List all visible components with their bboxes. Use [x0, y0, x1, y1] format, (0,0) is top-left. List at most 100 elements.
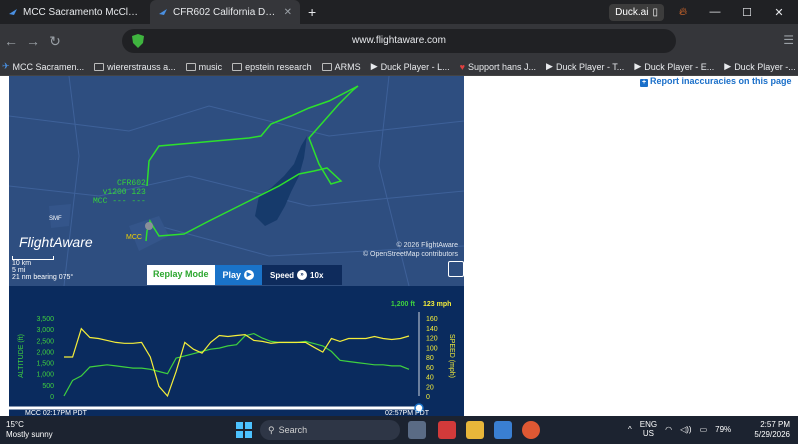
search-icon: ⚲: [268, 424, 275, 435]
folder-icon: [185, 62, 196, 71]
bookmark-item[interactable]: ▶ Duck Player - E...: [634, 61, 714, 72]
duckduckgo-icon[interactable]: [522, 421, 540, 439]
flightaware-logo: FlightAware: [19, 234, 93, 250]
y2-tick-label: 100: [426, 345, 438, 352]
y2-axis-title: SPEED (mph): [448, 334, 455, 378]
y-tick-label: 2,500: [36, 338, 54, 345]
forward-icon[interactable]: →: [22, 33, 44, 49]
chart-svg: 0 500 1,000 1,500 2,000 2,500 3,000 3,500 0 20 40 6…: [9, 301, 455, 416]
bookmark-item[interactable]: music: [185, 62, 222, 72]
airport-label-smf: SMF: [49, 216, 62, 222]
close-window-button[interactable]: ✕: [766, 6, 792, 19]
y-tick-label: 500: [42, 383, 54, 390]
volume-icon[interactable]: ◁)): [680, 425, 691, 434]
y-tick-label: 2,000: [36, 349, 54, 356]
mail-app-icon[interactable]: [438, 421, 456, 439]
url-text: www.flightaware.com: [352, 35, 446, 46]
bookmark-item[interactable]: ▶ Duck Player - L...: [371, 61, 450, 72]
taskbar-search[interactable]: ⚲ Search: [260, 420, 400, 440]
map-copyright: © 2026 FlightAware © OpenStreetMap contr…: [362, 242, 458, 258]
file-explorer-icon[interactable]: [466, 421, 484, 439]
report-inaccuracies-link[interactable]: + Report inaccuracies on this page: [640, 76, 792, 87]
page-content: + Report inaccuracies on this page SMF CF…: [0, 76, 798, 416]
altitude-readout: 1,200 ft: [391, 301, 416, 308]
tab-title: MCC Sacramento McClellan Airpo: [23, 6, 142, 18]
duck-ai-button[interactable]: Duck.ai ▯: [609, 3, 664, 21]
reload-icon[interactable]: ↻: [44, 33, 66, 50]
speed-button[interactable]: Speed » 10x: [262, 265, 343, 285]
flight-map[interactable]: SMF CFR602 v1200 123 MCC --- --- MCC Fli…: [9, 76, 464, 286]
bookmark-item[interactable]: wiererstrauss a...: [94, 62, 176, 72]
close-tab-icon[interactable]: ✕: [284, 7, 292, 18]
battery-percent: 79%: [715, 424, 732, 434]
chevron-up-icon[interactable]: ^: [628, 425, 632, 434]
menu-icon[interactable]: ☰: [783, 33, 794, 47]
bookmarks-bar: ✈︎ MCC Sacramen... wiererstrauss a... mus…: [0, 58, 798, 76]
task-view-icon[interactable]: [408, 421, 426, 439]
y2-tick-label: 140: [426, 326, 438, 333]
y2-tick-label: 160: [426, 316, 438, 323]
clock[interactable]: 2:57 PM 5/29/2026: [754, 420, 790, 440]
play-icon: ▶: [244, 270, 255, 280]
back-icon[interactable]: ←: [0, 33, 22, 49]
calculator-icon[interactable]: [494, 421, 512, 439]
flightaware-icon: [159, 9, 167, 15]
aircraft-tag: CFR602 v1200 123 MCC --- ---: [93, 179, 146, 206]
bookmark-item[interactable]: epstein research: [232, 62, 312, 72]
scale-km: 10 km: [12, 260, 32, 267]
bookmark-item[interactable]: ♥ Support hans J...: [460, 62, 536, 72]
weather-condition: Mostly sunny: [6, 430, 53, 439]
bookmark-item[interactable]: ▶ Duck Player - T...: [546, 61, 624, 72]
fast-forward-icon: »: [297, 270, 308, 280]
y2-tick-label: 80: [426, 355, 434, 362]
folder-icon: [321, 62, 332, 71]
clock-date: 5/29/2026: [754, 430, 790, 439]
minimize-button[interactable]: —: [702, 6, 728, 18]
y2-tick-label: 120: [426, 336, 438, 343]
speed-readout: 123 mph: [423, 301, 451, 308]
tab-title: CFR602 California Departmen: [173, 6, 279, 18]
windows-taskbar: 15°C Mostly sunny ⚲ Search ^ ENG US ◠ ◁)…: [0, 416, 798, 444]
battery-icon[interactable]: ▭: [700, 425, 708, 434]
y2-tick-label: 60: [426, 365, 434, 372]
temperature: 15°C: [6, 420, 24, 429]
system-tray: ^ ENG US ◠ ◁)) ▭ 79%: [628, 420, 731, 438]
folder-icon: [232, 62, 243, 71]
y-tick-label: 0: [50, 394, 54, 401]
y2-tick-label: 40: [426, 375, 434, 382]
bookmark-item[interactable]: ✈︎ MCC Sacramen...: [2, 61, 84, 72]
play-button[interactable]: Play ▶: [214, 265, 263, 285]
y2-tick-label: 0: [426, 394, 430, 401]
flightaware-icon: ✈︎: [2, 61, 10, 71]
new-tab-button[interactable]: +: [300, 4, 324, 20]
map-scale: 10 km 5 mi 21 nm bearing 075°: [12, 256, 73, 281]
speed-value: 10x: [310, 270, 324, 280]
duck-ai-label: Duck.ai: [615, 6, 649, 18]
play-icon: ▶: [724, 61, 732, 71]
scale-bearing: 21 nm bearing 075°: [12, 274, 74, 281]
windows-start-icon[interactable]: [236, 422, 252, 438]
maximize-button[interactable]: ☐: [734, 6, 760, 19]
tab-bar: MCC Sacramento McClellan Airpo CFR602 Ca…: [0, 0, 798, 24]
play-icon: ▶: [634, 61, 642, 71]
fullscreen-icon[interactable]: [448, 261, 464, 277]
play-icon: ▶: [370, 61, 378, 71]
browser-toolbar: ← → ↻ www.flightaware.com ☰: [0, 24, 798, 58]
scale-mi: 5 mi: [12, 267, 26, 274]
airport-label-mcc: MCC: [126, 234, 142, 241]
address-bar[interactable]: www.flightaware.com: [122, 29, 676, 53]
heart-icon: ♥: [459, 61, 465, 72]
flightaware-icon: [9, 9, 17, 15]
y-tick-label: 3,500: [36, 316, 54, 323]
wifi-icon[interactable]: ◠: [665, 425, 672, 434]
fire-icon[interactable]: 🔥︎: [670, 6, 696, 19]
tab-cfr602[interactable]: CFR602 California Departmen ✕: [150, 0, 300, 24]
language-indicator[interactable]: ENG US: [640, 420, 657, 438]
weather-widget[interactable]: 15°C Mostly sunny: [6, 420, 53, 440]
tab-mcc-airport[interactable]: MCC Sacramento McClellan Airpo: [0, 0, 150, 24]
bookmark-item[interactable]: ARMS: [321, 62, 361, 72]
replay-controls: Replay Mode Play ▶ Speed » 10x: [147, 265, 343, 285]
y-tick-label: 1,500: [36, 361, 54, 368]
y-tick-label: 1,000: [36, 372, 54, 379]
bookmark-item[interactable]: ▶ Duck Player -...: [724, 61, 795, 72]
